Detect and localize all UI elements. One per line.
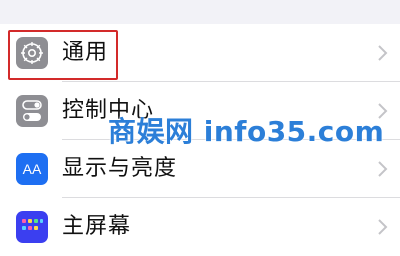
toggle-icon	[16, 95, 48, 127]
highlight-box	[8, 30, 118, 80]
chevron-right-icon	[378, 45, 388, 61]
aa-icon: AA	[16, 153, 48, 185]
settings-item-label: 主屏幕	[62, 214, 132, 239]
section-gap	[0, 0, 400, 24]
watermark: 商娱网 info35.com	[108, 115, 385, 148]
chevron-right-icon	[378, 219, 388, 235]
settings-item-home-screen[interactable]: 主屏幕	[0, 198, 400, 256]
chevron-right-icon	[378, 161, 388, 177]
home-screen-icon	[16, 211, 48, 243]
aa-icon-text: AA	[22, 161, 42, 177]
